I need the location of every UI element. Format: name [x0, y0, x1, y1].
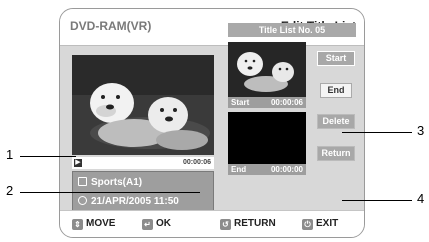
document-icon [78, 177, 87, 186]
end-thumbnail [228, 112, 306, 164]
title-name-row: Sports(A1) [78, 177, 142, 188]
start-thumbnail [228, 42, 306, 97]
return-button[interactable]: Return [317, 146, 355, 161]
move-label: MOVE [86, 218, 116, 229]
start-marker-time: 00:00:06 [270, 98, 303, 107]
title-info-box: Sports(A1) 21/APR/2005 11:50 [72, 171, 214, 215]
source-label: DVD-RAM(VR) [70, 19, 152, 33]
callout-1: 1 [6, 147, 14, 162]
return-label: RETURN [234, 218, 276, 229]
progress-bar: ▶ 00:00:06 [72, 157, 214, 169]
title-list-number: Title List No. 05 [228, 23, 356, 37]
callout-line-1 [20, 156, 76, 157]
callout-line-2 [20, 192, 200, 193]
exit-hint[interactable]: ⏻ EXIT [302, 218, 338, 230]
callout-2: 2 [6, 183, 14, 198]
end-marker-label: End [231, 165, 247, 174]
enter-icon: ↵ [142, 219, 153, 230]
return-arrow-icon: ↺ [220, 219, 231, 230]
exit-icon: ⏻ [302, 219, 313, 230]
end-marker-bar: End 00:00:00 [228, 164, 306, 175]
ok-hint[interactable]: ↵ OK [142, 218, 171, 230]
otters-picture [72, 55, 214, 155]
clock-icon [78, 196, 87, 205]
updown-arrows-icon: ⇕ [72, 219, 83, 230]
delete-button[interactable]: Delete [317, 114, 355, 129]
callout-4: 4 [417, 191, 425, 206]
callout-3: 3 [417, 123, 425, 138]
start-marker-label: Start [231, 98, 250, 107]
footer-bar: ⇕ MOVE ↵ OK ↺ RETURN ⏻ EXIT [60, 210, 364, 237]
recording-date: 21/APR/2005 11:50 [91, 196, 179, 207]
start-marker-bar: Start 00:00:06 [228, 97, 306, 108]
ok-label: OK [156, 218, 171, 229]
play-icon: ▶ [74, 159, 82, 167]
end-button[interactable]: End [320, 83, 352, 98]
recording-date-row: 21/APR/2005 11:50 [78, 196, 179, 207]
end-marker-time: 00:00:00 [270, 165, 303, 174]
return-hint[interactable]: ↺ RETURN [220, 218, 276, 230]
callout-line-3 [342, 132, 412, 133]
title-name: Sports(A1) [91, 177, 143, 188]
progress-time: 00:00:06 [182, 159, 211, 166]
callout-line-4 [342, 200, 412, 201]
exit-label: EXIT [316, 218, 339, 229]
start-button[interactable]: Start [317, 51, 355, 66]
start-frame-picture [228, 42, 306, 97]
move-hint[interactable]: ⇕ MOVE [72, 218, 115, 230]
tv-screen: DVD-RAM(VR) ◈Edit Title List ▶ 00:00:06 [59, 8, 365, 238]
preview-image [72, 55, 214, 155]
